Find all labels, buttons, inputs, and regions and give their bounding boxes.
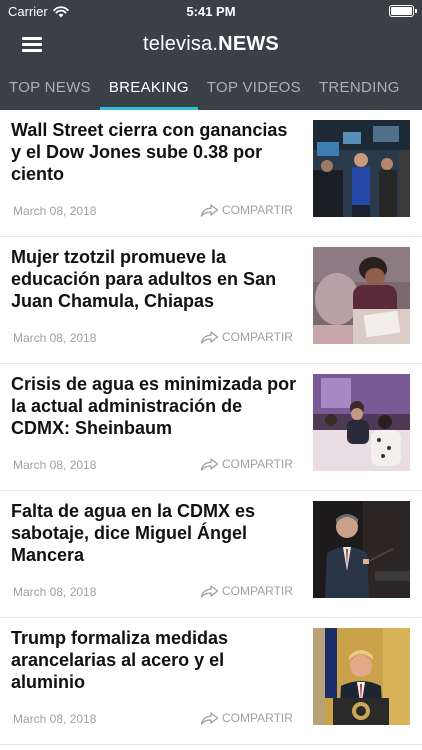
news-list: Wall Street cierra con ganancias y el Do… (0, 110, 422, 745)
article-thumbnail[interactable] (313, 120, 410, 217)
share-button[interactable]: COMPARTIR (200, 711, 293, 725)
app-header: Carrier 5:41 PM televisa.NEWS TOP NEWS B… (0, 0, 422, 110)
share-button[interactable]: COMPARTIR (200, 457, 293, 471)
article-date: March 08, 2018 (13, 331, 97, 345)
article-thumbnail[interactable] (313, 374, 410, 471)
share-label: COMPARTIR (222, 203, 293, 217)
article-thumbnail[interactable] (313, 628, 410, 725)
article-date: March 08, 2018 (13, 712, 97, 726)
logo-light-text: televisa. (143, 33, 219, 55)
tab-trending[interactable]: TRENDING (310, 66, 409, 110)
article-title[interactable]: Trump formaliza medidas arancelarias al … (11, 627, 301, 693)
news-article-card[interactable]: Mujer tzotzil promueve la educación para… (0, 237, 422, 364)
article-title[interactable]: Wall Street cierra con ganancias y el Do… (11, 119, 301, 185)
share-button[interactable]: COMPARTIR (200, 330, 293, 344)
share-button[interactable]: COMPARTIR (200, 203, 293, 217)
article-thumbnail[interactable] (313, 501, 410, 598)
article-title[interactable]: Mujer tzotzil promueve la educación para… (11, 246, 301, 312)
share-label: COMPARTIR (222, 330, 293, 344)
tab-top-news[interactable]: TOP NEWS (0, 66, 100, 110)
article-title[interactable]: Falta de agua en la CDMX es sabotaje, di… (11, 500, 301, 566)
article-title[interactable]: Crisis de agua es minimizada por la actu… (11, 373, 301, 439)
article-date: March 08, 2018 (13, 204, 97, 218)
news-article-card[interactable]: Crisis de agua es minimizada por la actu… (0, 364, 422, 491)
article-date: March 08, 2018 (13, 585, 97, 599)
share-arrow-icon (200, 457, 219, 471)
article-date: March 08, 2018 (13, 458, 97, 472)
share-arrow-icon (200, 330, 219, 344)
share-arrow-icon (200, 584, 219, 598)
share-button[interactable]: COMPARTIR (200, 584, 293, 598)
category-tabs: TOP NEWS BREAKING TOP VIDEOS TRENDING (0, 66, 422, 110)
tab-breaking[interactable]: BREAKING (99, 66, 198, 110)
article-thumbnail[interactable] (313, 247, 410, 344)
status-bar: Carrier 5:41 PM (0, 0, 422, 22)
share-label: COMPARTIR (222, 711, 293, 725)
status-time: 5:41 PM (186, 4, 236, 19)
share-label: COMPARTIR (222, 584, 293, 598)
news-article-card[interactable]: Falta de agua en la CDMX es sabotaje, di… (0, 491, 422, 618)
share-arrow-icon (200, 203, 219, 217)
news-article-card[interactable]: Trump formaliza medidas arancelarias al … (0, 618, 422, 745)
nav-bar: televisa.NEWS (0, 22, 422, 66)
share-arrow-icon (200, 711, 219, 725)
share-label: COMPARTIR (222, 457, 293, 471)
tab-top-videos[interactable]: TOP VIDEOS (198, 66, 310, 110)
news-article-card[interactable]: Wall Street cierra con ganancias y el Do… (0, 110, 422, 237)
app-logo: televisa.NEWS (0, 33, 422, 56)
battery-icon (389, 5, 417, 17)
logo-bold-text: NEWS (218, 33, 279, 55)
